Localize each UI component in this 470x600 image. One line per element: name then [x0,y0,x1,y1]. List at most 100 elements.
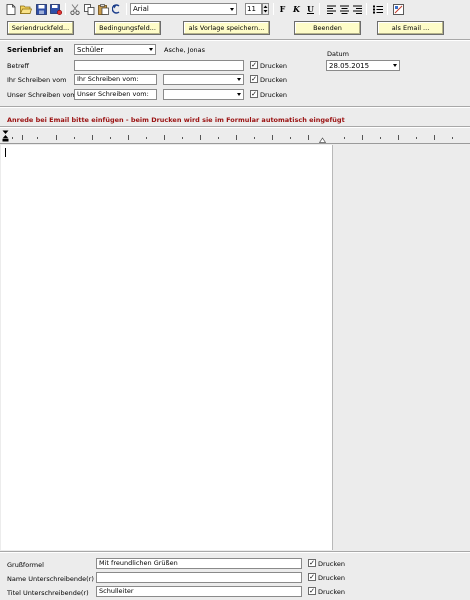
ruler-tick [12,137,13,139]
unser-schreiben-label: Unser Schreiben vom [7,91,77,99]
toolbar-separator [65,3,66,15]
undo-icon[interactable] [111,3,123,15]
name-unterschreibende-label: Name Unterschreibende(r) [7,575,94,583]
seriendruckfeld-button[interactable]: Seriendruckfeld... [7,21,74,35]
drucken-label: Drucken [260,91,288,99]
toolbar-separator [273,3,274,15]
right-margin-marker-icon[interactable] [318,137,327,145]
ruler-tick [452,137,453,139]
titel-drucken-checkbox[interactable]: ✓ [308,587,316,595]
bold-button[interactable]: F [277,3,288,15]
ruler-tick [290,137,291,139]
ihr-schreiben-label: Ihr Schreiben vom [7,76,67,84]
divider [0,40,470,41]
ruler[interactable] [0,130,470,144]
ruler-tick [182,137,183,139]
ruler-tick [74,137,75,139]
send-email-button[interactable]: als Email ... [377,21,444,35]
serienbrief-label: Serienbrief an [7,46,64,54]
align-center-icon[interactable] [338,3,350,15]
drucken-label: Drucken [260,62,288,70]
recipient-type-select[interactable]: Schüler [74,44,156,55]
ruler-tick [272,135,273,140]
divider [0,552,470,553]
new-document-icon[interactable] [5,3,17,15]
ruler-tick [146,137,147,139]
italic-button[interactable]: K [291,3,302,15]
ruler-tick [164,135,165,140]
grussformel-input[interactable]: Mit freundlichen Grüßen [96,558,302,569]
ihr-schreiben-input[interactable]: Ihr Schreiben vom: [74,74,157,85]
ruler-tick [380,137,381,139]
toolbar-separator [366,3,367,15]
titel-unterschreibende-input[interactable]: Schulleiter [96,586,302,597]
betreff-label: Betreff [7,62,30,70]
ruler-tick [344,137,345,139]
paste-icon[interactable] [97,3,109,15]
ruler-tick [22,135,23,140]
recipient-type-value: Schüler [77,46,104,54]
letter-body-editor[interactable] [1,145,333,550]
bedingungsfeld-button[interactable]: Bedingungsfeld... [94,21,161,35]
name-drucken-checkbox[interactable]: ✓ [308,573,316,581]
underline-button[interactable]: U [305,3,316,15]
unser-schreiben-date-select[interactable] [163,89,244,100]
name-unterschreibende-input[interactable] [96,572,302,583]
ruler-tick [362,135,363,140]
drucken-label: Drucken [318,574,346,582]
save-as-icon[interactable] [50,3,62,15]
toolbar-separator [387,3,388,15]
ruler-tick [236,135,237,140]
ruler-tick [398,135,399,140]
ruler-tick [37,137,38,139]
indent-marker-icon[interactable] [2,130,9,144]
font-name-select[interactable]: Arial [130,3,237,15]
recipient-name: Asche, Jonas [164,46,206,54]
chevron-down-icon[interactable] [234,90,243,99]
ihr-schreiben-drucken-checkbox[interactable]: ✓ [250,75,258,83]
ruler-tick [416,137,417,139]
divider [0,127,470,128]
chevron-down-icon[interactable] [146,45,155,54]
ihr-schreiben-date-select[interactable] [163,74,244,85]
betreff-input[interactable] [74,60,244,71]
font-size-value: 11 [247,5,256,13]
divider [0,107,470,108]
datum-label: Datum [327,50,349,58]
drucken-label: Drucken [318,560,346,568]
ruler-tick [434,135,435,140]
cut-icon[interactable] [69,3,81,15]
open-folder-icon[interactable] [20,3,32,15]
toolbar-separator [126,3,127,15]
drucken-label: Drucken [260,76,288,84]
ruler-tick [254,137,255,139]
chevron-down-icon[interactable] [234,75,243,84]
unser-schreiben-input[interactable]: Unser Schreiben vom: [74,89,157,100]
ruler-tick [218,137,219,139]
ruler-tick [200,135,201,140]
font-size-input[interactable]: 11 [245,3,262,15]
ruler-tick [128,135,129,140]
ruler-tick [110,137,111,139]
align-left-icon[interactable] [325,3,337,15]
unser-schreiben-drucken-checkbox[interactable]: ✓ [250,90,258,98]
ruler-tick [56,135,57,140]
toolbar-separator [319,3,320,15]
save-icon[interactable] [35,3,47,15]
bullet-list-icon[interactable] [372,3,384,15]
font-size-spinner[interactable] [262,3,269,15]
titel-unterschreibende-label: Titel Unterschreibende(r) [7,589,89,597]
betreff-drucken-checkbox[interactable]: ✓ [250,61,258,69]
text-caret [5,148,6,157]
grussformel-drucken-checkbox[interactable]: ✓ [308,559,316,567]
copy-icon[interactable] [83,3,95,15]
editor-margin-area [334,145,470,550]
chevron-down-icon[interactable] [390,61,399,70]
chevron-down-icon[interactable] [227,4,236,14]
save-as-template-button[interactable]: als Vorlage speichern... [183,21,270,35]
page-setup-icon[interactable] [392,3,404,15]
ruler-tick [92,135,93,140]
exit-button[interactable]: Beenden [294,21,361,35]
align-right-icon[interactable] [351,3,363,15]
datum-select[interactable]: 28.05.2015 [326,60,400,71]
